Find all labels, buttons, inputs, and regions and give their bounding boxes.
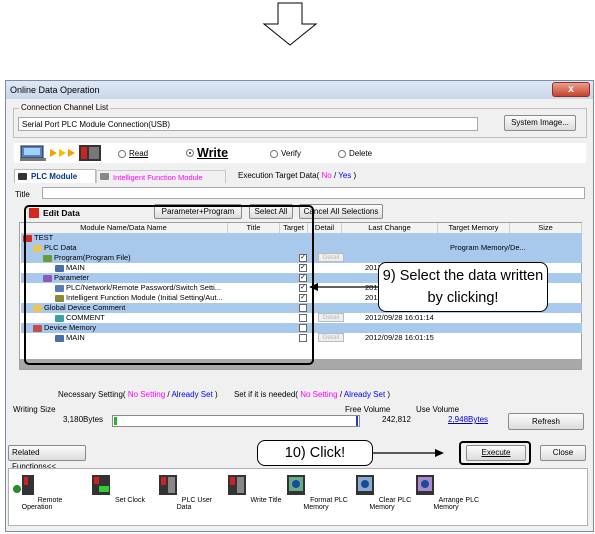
- no-setting-legend-2: No Setting: [300, 390, 338, 399]
- set-clock-item[interactable]: Set Clock: [82, 473, 152, 504]
- necessary-setting-label: Necessary Setting(: [58, 390, 126, 399]
- capacity-marker: [356, 416, 358, 426]
- arrange-plc-memory-item[interactable]: Arrange PLC Memory: [411, 473, 481, 511]
- title-label: Title: [15, 190, 30, 199]
- write-radio-circle: [186, 149, 194, 157]
- click-callout: 10) Click!: [257, 440, 373, 466]
- read-radio-circle: [118, 149, 126, 158]
- execution-target-label: Execution Target Data(: [238, 171, 320, 180]
- writing-size-label: Writing Size: [13, 405, 56, 414]
- free-volume-label: Free Volume: [345, 405, 391, 414]
- execution-target: Execution Target Data( No / Yes ): [238, 171, 356, 180]
- detail-button[interactable]: Detail: [318, 253, 344, 262]
- execution-target-close: ): [353, 171, 357, 180]
- clear-plc-memory-item[interactable]: Clear PLC Memory: [347, 473, 417, 511]
- window-close-button[interactable]: x: [552, 82, 590, 97]
- title-bar: Online Data Operation x: [6, 81, 593, 99]
- execute-arrow-icon: [372, 449, 444, 457]
- use-volume-label: Use Volume: [416, 405, 460, 414]
- format-plc-memory-item[interactable]: Format PLC Memory: [281, 473, 351, 511]
- legend-slash-2: /: [339, 390, 343, 399]
- delete-radio-circle: [338, 149, 346, 158]
- user-data-icon: [158, 475, 177, 495]
- already-set-legend: Already Set: [171, 390, 213, 399]
- remote-operation-icon: [12, 475, 34, 495]
- tree-row-plc-data-memory: Program Memory/De...: [450, 243, 526, 252]
- remote-operation-item[interactable]: Remote Operation: [2, 473, 72, 511]
- free-volume-value: 242,812: [382, 415, 411, 424]
- execution-target-yes: Yes: [338, 171, 352, 180]
- plc-user-data-label: PLC User Data: [176, 497, 213, 511]
- verify-label: Verify: [281, 149, 302, 158]
- arrange-plc-memory-label: Arrange PLC Memory: [433, 497, 480, 511]
- window-title: Online Data Operation: [10, 85, 100, 95]
- detail-button[interactable]: Detail: [318, 313, 344, 322]
- verify-radio[interactable]: Verify: [270, 149, 301, 158]
- already-set-legend-2: Already Set: [343, 390, 386, 399]
- title-input[interactable]: [42, 187, 585, 199]
- column-header-target-memory: Target Memory: [438, 223, 510, 233]
- connection-field: Serial Port PLC Module Connection(USB): [18, 117, 478, 131]
- select-data-callout: 9) Select the data written by clicking!: [378, 262, 548, 312]
- last-change: 2012/09/28 16:01:15: [365, 333, 434, 342]
- writing-size-fill: [114, 417, 117, 425]
- read-radio[interactable]: Read: [118, 149, 148, 158]
- use-volume-value: 2,948Bytes: [448, 415, 489, 424]
- down-arrow-icon: [262, 2, 318, 46]
- setting-legend: Necessary Setting( No Setting / Already …: [58, 390, 390, 399]
- connection-channel-group: Connection Channel List Serial Port PLC …: [13, 103, 587, 138]
- column-header-size: Size: [510, 223, 582, 233]
- execute-button[interactable]: Execute: [466, 445, 526, 461]
- read-label: Read: [129, 149, 149, 158]
- tab-intelligent-function-module[interactable]: Intelligent Function Module: [96, 170, 226, 183]
- write-title-label: Write Title: [250, 497, 282, 504]
- close-button[interactable]: Close: [540, 445, 586, 461]
- clear-memory-icon: [355, 475, 374, 495]
- legend-close-2: ): [387, 390, 391, 399]
- no-setting-legend: No Setting: [127, 390, 166, 399]
- remote-operation-label: Remote Operation: [21, 497, 63, 511]
- intelligent-module-icon: [100, 173, 109, 180]
- legend-slash: /: [167, 390, 170, 399]
- system-image-button[interactable]: System Image...: [504, 115, 576, 131]
- pc-to-plc-icon: [20, 145, 101, 161]
- arrange-memory-icon: [415, 475, 434, 495]
- format-memory-icon: [287, 475, 306, 495]
- writing-size-bar: [112, 415, 360, 427]
- connection-group-label: Connection Channel List: [19, 103, 111, 112]
- last-change: 2012/09/28 16:01:14: [365, 313, 434, 322]
- write-title-icon: [227, 475, 246, 495]
- verify-radio-circle: [270, 149, 278, 158]
- write-title-item[interactable]: Write Title: [218, 473, 288, 504]
- column-header-last-change: Last Change: [342, 223, 438, 233]
- write-label: Write: [197, 146, 229, 160]
- format-plc-memory-label: Format PLC Memory: [303, 497, 348, 511]
- related-functions-button[interactable]: Related Functions<<: [8, 445, 86, 471]
- refresh-button[interactable]: Refresh: [508, 413, 584, 430]
- execution-target-slash: /: [333, 171, 337, 180]
- write-radio[interactable]: Write: [186, 146, 228, 160]
- legend-close: ): [215, 390, 218, 399]
- callout-arrow-icon: [309, 283, 379, 291]
- plc-user-data-item[interactable]: PLC User Data: [149, 473, 219, 511]
- detail-button[interactable]: Detail: [318, 333, 344, 342]
- tab-plc-module-label: PLC Module: [31, 172, 78, 181]
- related-functions-panel: Remote Operation Set Clock PLC User Data…: [8, 468, 588, 526]
- writing-size-value: 3,180Bytes: [63, 415, 104, 424]
- operation-row: Read Write Verify Delete: [14, 143, 586, 163]
- delete-radio[interactable]: Delete: [338, 149, 372, 158]
- execution-target-no: No: [321, 171, 332, 180]
- if-needed-label: Set if it is needed(: [233, 390, 298, 399]
- plc-module-icon: [18, 173, 27, 180]
- selection-highlight-box: [24, 205, 314, 365]
- clear-plc-memory-label: Clear PLC Memory: [369, 497, 412, 511]
- set-clock-label: Set Clock: [114, 497, 145, 504]
- delete-label: Delete: [349, 149, 373, 158]
- tab-plc-module[interactable]: PLC Module: [14, 169, 96, 183]
- clock-icon: [92, 475, 111, 495]
- tab-intelligent-label: Intelligent Function Module: [113, 173, 203, 182]
